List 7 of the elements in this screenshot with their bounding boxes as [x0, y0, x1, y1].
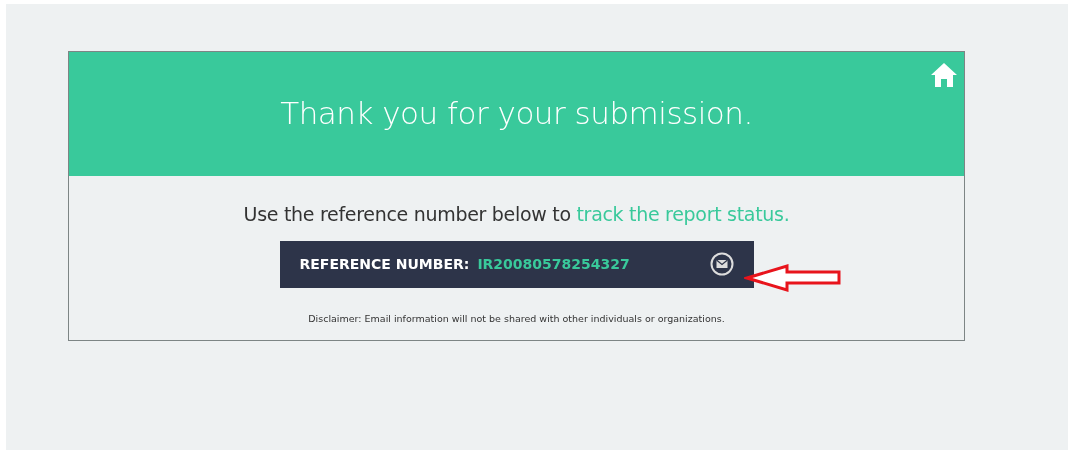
- disclaimer-text: Disclaimer: Email information will not be shared with other individuals or organizations.: [308, 311, 725, 326]
- page-title: Thank you for your submission.: [280, 95, 753, 133]
- reference-label: REFERENCE NUMBER:: [299, 254, 470, 274]
- reference-number: IR20080578254327: [477, 254, 630, 274]
- instruction-text: Use the reference number below to track the report status.: [243, 202, 790, 227]
- track-status-link[interactable]: track the report status.: [576, 203, 790, 225]
- email-icon[interactable]: [709, 252, 734, 276]
